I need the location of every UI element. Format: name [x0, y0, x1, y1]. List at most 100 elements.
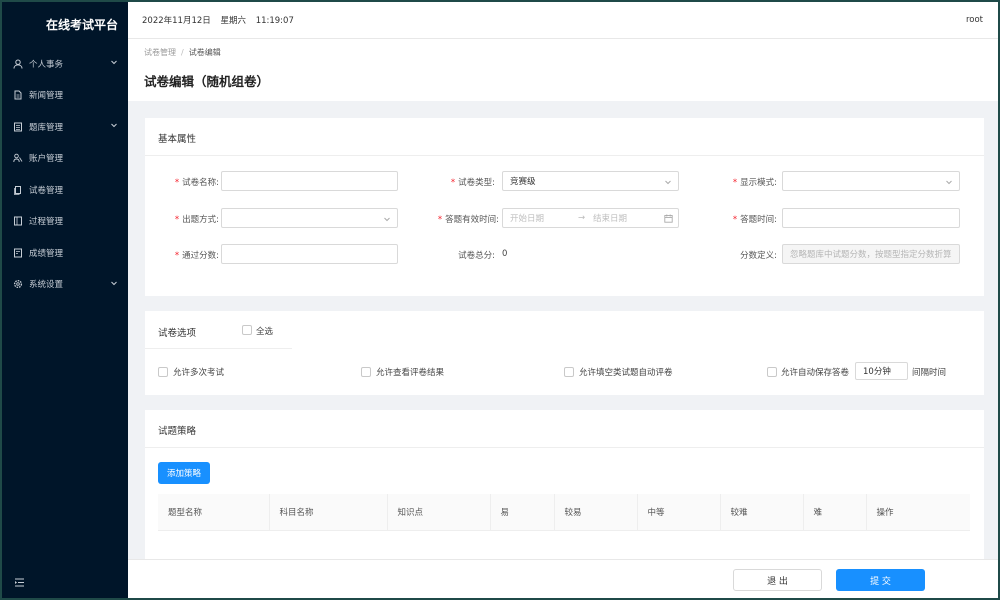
- header-time: 11:19:07: [255, 16, 294, 26]
- paper-icon: [13, 185, 23, 195]
- save-interval-value: 10分钟: [863, 367, 891, 377]
- datetime: 2022年11月12日 星期六 11:19:07: [142, 14, 301, 26]
- app-window: 在线考试平台 个人事务 新闻管理 题库管理 账户管理 试卷管理 过程管理 成绩管…: [0, 0, 1000, 600]
- paper-options-card: 试卷选项 全选 允许多次考试 允许查看评卷结果 允许填空类试题自动评卷 允许自动…: [145, 311, 984, 395]
- user-icon: [13, 59, 23, 69]
- app-logo-title: 在线考试平台: [45, 18, 118, 32]
- required-mark: *: [174, 251, 180, 261]
- display-mode-select[interactable]: [782, 171, 960, 191]
- valid-time-range-picker[interactable]: 开始日期 → 结束日期: [502, 208, 679, 228]
- multi-exam-label[interactable]: 允许多次考试: [173, 366, 224, 378]
- display-mode-label: * 显示模式:: [732, 178, 777, 188]
- required-mark: *: [174, 178, 180, 188]
- column-header: 中等: [637, 494, 721, 531]
- users-icon: [13, 153, 23, 163]
- sidebar-item-grades[interactable]: 成绩管理: [2, 237, 128, 269]
- sidebar-item-label: 新闻管理: [29, 91, 64, 102]
- submit-button[interactable]: 提 交: [836, 569, 925, 591]
- auto-grade-checkbox[interactable]: [564, 367, 574, 377]
- divider: [145, 348, 292, 349]
- required-mark: *: [174, 215, 180, 225]
- breadcrumb-separator: /: [181, 48, 184, 57]
- range-arrow: →: [578, 213, 586, 223]
- question-method-label: * 出题方式:: [174, 215, 219, 225]
- sidebar-item-label: 过程管理: [29, 217, 64, 228]
- sidebar-item-news[interactable]: 新闻管理: [2, 80, 128, 112]
- list-icon: [13, 122, 23, 132]
- gear-icon: [13, 279, 23, 289]
- select-all-checkbox[interactable]: [242, 325, 252, 335]
- paper-type-value: 竞赛级: [510, 177, 536, 187]
- chevron-down-icon: [664, 178, 672, 186]
- card-title: 试题策略: [158, 426, 197, 437]
- column-header: 较易: [554, 494, 638, 531]
- column-header: 科目名称: [269, 494, 388, 531]
- pass-score-input[interactable]: [221, 244, 398, 264]
- required-mark: *: [450, 178, 456, 188]
- score-definition-input: 忽略题库中试题分数，按题型指定分数折算: [782, 244, 960, 264]
- column-header: 较难: [720, 494, 804, 531]
- sidebar-item-papers[interactable]: 试卷管理: [2, 174, 128, 206]
- chevron-down-icon: [383, 215, 391, 223]
- sidebar-item-process[interactable]: 过程管理: [2, 206, 128, 238]
- sidebar-item-settings[interactable]: 系统设置: [2, 269, 128, 301]
- form-footer: 退 出 提 交: [128, 559, 998, 598]
- card-title: 试卷选项: [158, 328, 197, 339]
- sidebar-item-personal[interactable]: 个人事务: [2, 48, 128, 80]
- user-menu[interactable]: root: [966, 15, 983, 25]
- column-header: 易: [490, 494, 555, 531]
- paper-name-input[interactable]: [221, 171, 398, 191]
- auto-grade-label[interactable]: 允许填空类试题自动评卷: [579, 366, 673, 378]
- grade-icon: [13, 248, 23, 258]
- score-definition-placeholder: 忽略题库中试题分数，按题型指定分数折算: [790, 250, 952, 260]
- sidebar-item-accounts[interactable]: 账户管理: [2, 143, 128, 175]
- required-mark: *: [437, 215, 443, 225]
- sidebar-item-label: 成绩管理: [29, 248, 64, 259]
- basic-properties-card: 基本属性 * 试卷名称: * 试卷类型: 竞赛级 * 显示模式: * 出题方式: * 答题…: [145, 118, 984, 296]
- exit-button[interactable]: 退 出: [733, 569, 822, 591]
- question-method-select[interactable]: [221, 208, 398, 228]
- add-strategy-button[interactable]: 添加策略: [158, 462, 210, 484]
- column-header: 难: [803, 494, 867, 531]
- paper-name-label: * 试卷名称:: [174, 178, 219, 188]
- question-strategy-card: 试题策略 添加策略 题型名称 科目名称 知识点 易 较易 中等 较难 难 操作: [145, 410, 984, 559]
- sidebar-item-label: 账户管理: [29, 154, 64, 165]
- menu-collapse-icon[interactable]: [14, 577, 25, 588]
- header-date: 2022年11月12日: [142, 16, 211, 26]
- sidebar-item-question-bank[interactable]: 题库管理: [2, 111, 128, 143]
- paper-type-label: * 试卷类型:: [450, 178, 495, 188]
- save-interval-suffix: 间隔时间: [912, 368, 947, 378]
- page-header: 试卷管理 / 试卷编辑 试卷编辑（随机组卷）: [128, 39, 998, 101]
- multi-exam-checkbox[interactable]: [158, 367, 168, 377]
- calendar-icon: [664, 214, 673, 223]
- paper-type-select[interactable]: 竞赛级: [502, 171, 679, 191]
- view-result-label[interactable]: 允许查看评卷结果: [376, 366, 444, 378]
- sidebar-item-label: 个人事务: [29, 59, 64, 70]
- sidebar-item-label: 题库管理: [29, 122, 64, 133]
- answer-duration-input[interactable]: [782, 208, 960, 228]
- table-header-row: 题型名称 科目名称 知识点 易 较易 中等 较难 难 操作: [158, 494, 970, 531]
- pass-score-label: * 通过分数:: [174, 251, 219, 261]
- score-definition-label: 分数定义:: [740, 251, 777, 261]
- header-weekday: 星期六: [220, 16, 246, 26]
- end-date-input[interactable]: 结束日期: [593, 212, 627, 224]
- auto-save-label[interactable]: 允许自动保存答卷: [781, 366, 849, 378]
- view-result-checkbox[interactable]: [361, 367, 371, 377]
- breadcrumb-parent[interactable]: 试卷管理: [144, 48, 176, 57]
- breadcrumb: 试卷管理 / 试卷编辑: [144, 47, 221, 58]
- required-mark: *: [732, 178, 738, 188]
- save-interval-input[interactable]: 10分钟: [855, 362, 908, 380]
- chevron-down-icon: [110, 279, 118, 287]
- divider: [145, 155, 984, 156]
- page-title: 试卷编辑（随机组卷）: [144, 74, 270, 89]
- auto-save-checkbox[interactable]: [767, 367, 777, 377]
- sidebar-item-label: 系统设置: [29, 280, 64, 291]
- column-header: 知识点: [387, 494, 491, 531]
- start-date-input[interactable]: 开始日期: [510, 212, 544, 224]
- document-icon: [13, 90, 23, 100]
- select-all-label[interactable]: 全选: [256, 325, 273, 337]
- top-header: 2022年11月12日 星期六 11:19:07 root: [128, 2, 998, 39]
- total-score-value: 0: [502, 249, 508, 259]
- column-header: 题型名称: [158, 494, 270, 531]
- sidebar-item-label: 试卷管理: [29, 185, 64, 196]
